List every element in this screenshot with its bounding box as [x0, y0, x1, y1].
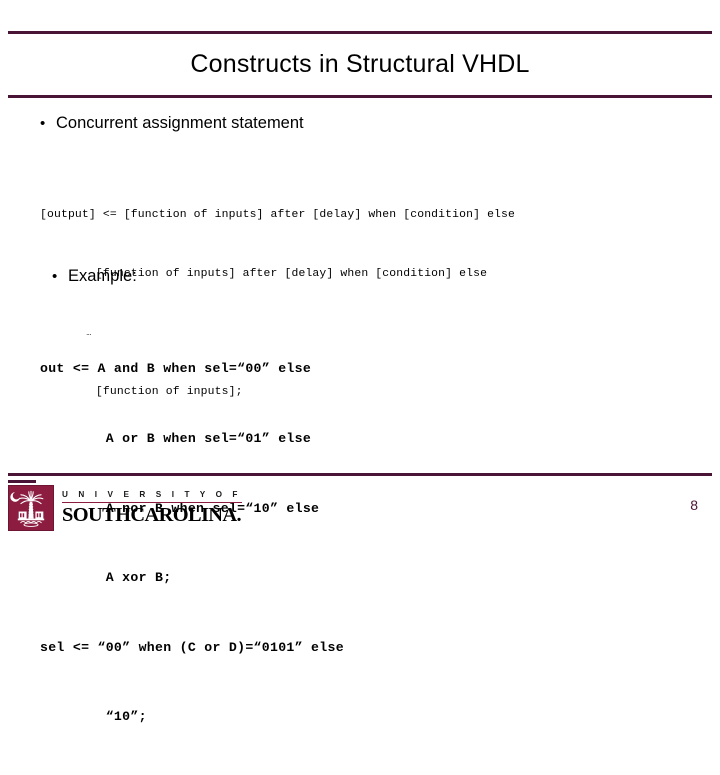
palmetto-tree-crescent-icon: [8, 485, 54, 531]
code-line: A xor B;: [40, 570, 172, 586]
code-line: A or B when sel=“01” else: [40, 431, 312, 447]
code-line: [output] <= [function of inputs] after […: [40, 209, 516, 222]
page-number: 8: [690, 497, 698, 513]
logo-name-line: SOUTHCAROLINA.: [62, 503, 242, 526]
bullet-dot-icon: •: [40, 115, 46, 132]
bullet-concurrent-assignment: • Concurrent assignment statement: [40, 114, 304, 133]
header-bottom-rule: [8, 95, 712, 98]
bullet-label: Example:: [68, 267, 137, 285]
code-line: “10”;: [40, 709, 147, 725]
code-block-example: out <= A and B when sel=“00” else A or B…: [40, 311, 344, 775]
logo-university-line: U N I V E R S I T Y O F: [62, 491, 242, 503]
bullet-label: Concurrent assignment statement: [56, 114, 304, 132]
code-line: out <= A and B when sel=“00” else: [40, 361, 312, 377]
header-top-rule: [8, 31, 712, 34]
code-line: sel <= “00” when (C or D)=“0101” else: [40, 639, 344, 655]
logo-wordmark: U N I V E R S I T Y O F SOUTHCAROLINA.: [62, 491, 242, 526]
university-logo: U N I V E R S I T Y O F SOUTHCAROLINA.: [8, 485, 242, 531]
footer-rule: [8, 473, 712, 476]
bullet-example: • Example:: [52, 267, 137, 286]
footer-rule-accent: [8, 480, 36, 483]
slide-canvas: Constructs in Structural VHDL • Concurre…: [0, 0, 720, 724]
bullet-dot-icon: •: [52, 268, 58, 285]
page-title: Constructs in Structural VHDL: [190, 50, 530, 78]
